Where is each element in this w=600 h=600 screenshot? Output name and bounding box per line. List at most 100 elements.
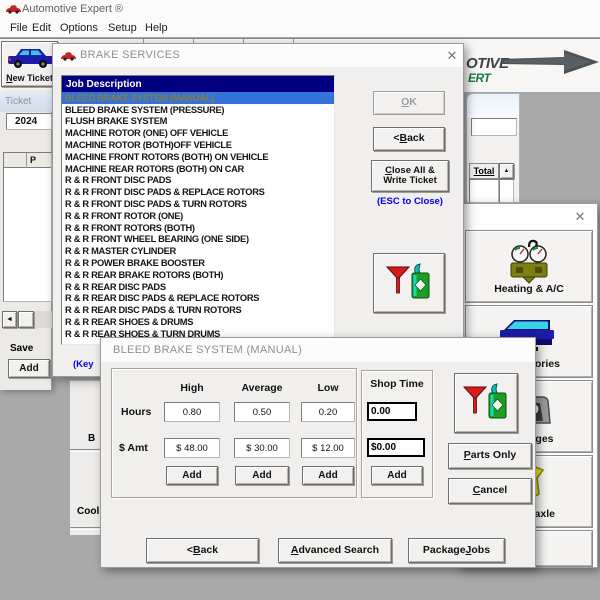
- esc-hint: (ESC to Close): [367, 196, 453, 207]
- left-category-panel: B Cool: [70, 380, 100, 535]
- hours-average-field: 0.50: [234, 402, 290, 422]
- logo-arrow-icon: [502, 48, 600, 78]
- invoice-window-titlebar: [467, 94, 519, 118]
- menu-edit[interactable]: Edit: [28, 20, 55, 36]
- hours-high-field: 0.80: [164, 402, 220, 422]
- close-all-write-ticket-button[interactable]: Close All & Write Ticket: [371, 160, 449, 192]
- logo-text-bottom: ERT: [468, 71, 490, 85]
- cancel-button[interactable]: Cancel: [448, 478, 532, 504]
- close-all-line2: Write Ticket: [383, 176, 437, 186]
- scrollbar-column[interactable]: [499, 179, 514, 203]
- job-list-item[interactable]: R & R FRONT DISC PADS: [62, 175, 334, 187]
- invoice-window: Total ▲: [466, 93, 520, 203]
- job-list-item[interactable]: R & R MASTER CYLINDER: [62, 245, 334, 257]
- invoice-field[interactable]: [471, 118, 517, 136]
- brake-services-title: BRAKE SERVICES: [80, 49, 180, 61]
- amt-high-field: $ 48.00: [164, 438, 220, 458]
- ticket-col-header: P: [30, 155, 36, 165]
- funnel-oilcan-icon: [386, 262, 432, 304]
- app-logo-car-icon: [6, 4, 21, 14]
- add-low-button[interactable]: Add: [302, 466, 354, 485]
- job-list-item[interactable]: R & R FRONT DISC PADS & TURN ROTORS: [62, 198, 334, 210]
- col-header-high: High: [164, 382, 220, 394]
- job-list-item[interactable]: R & R FRONT WHEEL BEARING (ONE SIDE): [62, 234, 334, 246]
- scroll-up-button[interactable]: ▲: [499, 163, 514, 179]
- ticket-window-titlebar: Ticket: [0, 92, 52, 112]
- ticket-window-title: Ticket: [5, 96, 31, 107]
- hours-low-field: 0.20: [301, 402, 355, 422]
- ticket-add-button[interactable]: Add: [8, 359, 50, 378]
- job-list-item[interactable]: R & R FRONT ROTOR (ONE): [62, 210, 334, 222]
- category-heating-ac-label: Heating & A/C: [494, 283, 564, 302]
- add-average-button[interactable]: Add: [235, 466, 289, 485]
- ticket-number-field[interactable]: 2024: [6, 113, 52, 130]
- funnel-oilcan-icon: [463, 382, 509, 424]
- brakes-button-partial[interactable]: B: [88, 433, 95, 444]
- parts-lookup-button[interactable]: [373, 253, 445, 313]
- amt-row-label: $ Amt: [119, 442, 148, 454]
- back-button[interactable]: < Back: [146, 538, 259, 563]
- red-car-icon: [61, 51, 76, 61]
- ac-gauges-icon: [466, 239, 592, 285]
- job-detail-dialog: BLEED BRAKE SYSTEM (MANUAL) High Average…: [100, 337, 536, 568]
- back-button[interactable]: < Back: [373, 127, 445, 151]
- amt-average-field: $ 30.00: [234, 438, 290, 458]
- job-list-item[interactable]: R & R REAR DISC PADS & TURN ROTORS: [62, 304, 334, 316]
- new-ticket-label: New Ticket: [6, 74, 53, 84]
- shop-amount-input[interactable]: [367, 438, 425, 457]
- scroll-left-button[interactable]: ◄: [2, 311, 17, 328]
- ok-button[interactable]: OK: [373, 91, 445, 115]
- job-list-item[interactable]: BLEED BRAKE SYSTEM (MANUAL): [62, 92, 334, 104]
- scroll-left-icon: ◄: [6, 316, 13, 324]
- job-list-item[interactable]: R & R FRONT DISC PADS & REPLACE ROTORS: [62, 186, 334, 198]
- job-detail-title: BLEED BRAKE SYSTEM (MANUAL): [113, 344, 302, 356]
- parts-only-button[interactable]: Parts Only: [448, 443, 532, 469]
- amt-low-field: $ 12.00: [301, 438, 355, 458]
- ticket-window: Ticket 2024 P ◄ Save Add: [0, 92, 52, 390]
- job-list-item[interactable]: R & R REAR DISC PADS: [62, 281, 334, 293]
- scrollbar-track[interactable]: [35, 311, 52, 328]
- add-high-button[interactable]: Add: [166, 466, 218, 485]
- col-header-low: Low: [301, 382, 355, 394]
- job-list-item[interactable]: MACHINE REAR ROTORS (BOTH) ON CAR: [62, 163, 334, 175]
- menu-options[interactable]: Options: [56, 20, 102, 36]
- blue-car-icon: [6, 46, 55, 70]
- sort-up-icon: ▲: [504, 168, 510, 175]
- job-list-item[interactable]: MACHINE FRONT ROTORS (BOTH) ON VEHICLE: [62, 151, 334, 163]
- button-divider: [70, 527, 100, 530]
- hours-row-label: Hours: [121, 406, 151, 418]
- total-column-header[interactable]: Total: [469, 163, 499, 179]
- new-ticket-button[interactable]: New Ticket: [1, 41, 58, 87]
- add-shop-button[interactable]: Add: [371, 466, 423, 485]
- cooling-button-partial[interactable]: Cool: [77, 506, 99, 517]
- package-jobs-button[interactable]: Package Jobs: [408, 538, 505, 563]
- shop-hours-input[interactable]: [367, 402, 417, 421]
- job-list-item[interactable]: R & R POWER BRAKE BOOSTER: [62, 257, 334, 269]
- category-panel-close-icon[interactable]: ✕: [571, 209, 589, 225]
- window-title: Automotive Expert ®: [22, 3, 123, 15]
- menu-setup[interactable]: Setup: [104, 20, 141, 36]
- parts-lookup-button[interactable]: [454, 373, 518, 433]
- advanced-search-button[interactable]: Advanced Search: [278, 538, 392, 563]
- ticket-items-table: P: [3, 152, 52, 302]
- job-list-item[interactable]: MACHINE ROTOR (ONE) OFF VEHICLE: [62, 127, 334, 139]
- brake-services-close-icon[interactable]: ✕: [443, 48, 461, 64]
- job-list-item[interactable]: BLEED BRAKE SYSTEM (PRESSURE): [62, 104, 334, 116]
- job-list-header: Job Description: [62, 76, 334, 92]
- button-divider: [70, 449, 100, 452]
- menu-help[interactable]: Help: [141, 20, 172, 36]
- job-list-item[interactable]: R & R REAR BRAKE ROTORS (BOTH): [62, 269, 334, 281]
- ticket-grid-line: [26, 153, 27, 168]
- job-list-item[interactable]: R & R REAR SHOES & DRUMS: [62, 316, 334, 328]
- job-list-item[interactable]: R & R FRONT ROTORS (BOTH): [62, 222, 334, 234]
- job-list-item[interactable]: MACHINE ROTOR (BOTH)OFF VEHICLE: [62, 139, 334, 151]
- brake-services-dialog: BRAKE SERVICES ✕ Job Description BLEED B…: [52, 43, 464, 377]
- keyboard-hint: (Key: [73, 359, 94, 370]
- app-window: Automotive Expert ® File Edit Options Se…: [0, 0, 600, 600]
- job-list-item[interactable]: R & R REAR DISC PADS & REPLACE ROTORS: [62, 293, 334, 305]
- save-label: Save: [10, 343, 33, 354]
- category-heating-ac-button[interactable]: Heating & A/C: [465, 230, 593, 303]
- job-list-item[interactable]: FLUSH BRAKE SYSTEM: [62, 116, 334, 128]
- job-list: Job Description BLEED BRAKE SYSTEM (MANU…: [61, 75, 335, 345]
- scrollbar-thumb[interactable]: [18, 311, 34, 328]
